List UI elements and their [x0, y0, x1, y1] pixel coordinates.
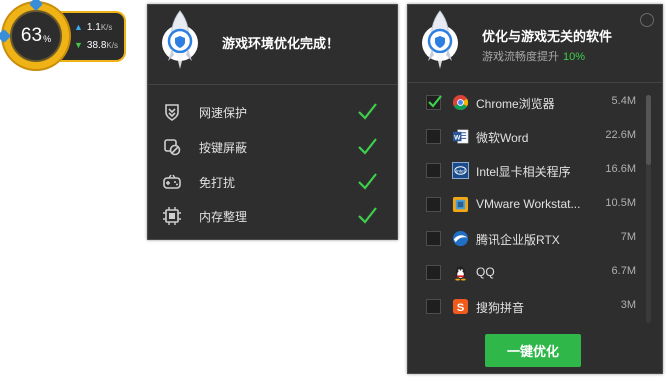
floating-ball-widget[interactable]: ▲ 1.1K/s ▼ 38.8K/s 63% [0, 0, 135, 72]
sogou-icon: S [452, 298, 469, 315]
software-name: QQ [476, 265, 495, 279]
do-not-disturb-icon [163, 174, 181, 189]
opt-label: 免打扰 [199, 176, 236, 190]
divider [148, 84, 397, 85]
check-icon [358, 103, 377, 120]
check-icon [358, 207, 377, 224]
opt-label: 内存整理 [199, 210, 248, 224]
word-icon: W [452, 129, 469, 144]
upload-speed-value: 1.1 [86, 22, 101, 33]
download-speed-unit: K/s [106, 41, 118, 50]
software-name: 微软Word [476, 131, 529, 145]
software-row[interactable]: S 搜狗拼音 3M [426, 295, 636, 319]
software-size: 10.5M [605, 197, 636, 209]
software-row[interactable]: W 微软Word 22.6M [426, 125, 636, 149]
rocket-shield-icon [162, 10, 198, 69]
software-row[interactable]: 腾讯企业版RTX 7M [426, 227, 636, 251]
svg-text:intel: intel [456, 168, 465, 174]
rtx-icon [452, 230, 469, 247]
software-row[interactable]: intel Intel显卡相关程序 16.6M [426, 159, 636, 183]
panel-subtitle: 游戏流畅度提升 10% [482, 48, 585, 64]
opt-item-memory-clean: 内存整理 [162, 204, 384, 228]
opt-item-network-protect: 网速保护 [162, 100, 384, 124]
software-name: 搜狗拼音 [476, 301, 525, 315]
checkbox[interactable] [426, 163, 441, 178]
software-size: 5.4M [611, 95, 636, 107]
svg-text:S: S [457, 302, 465, 314]
panel-title: 优化与游戏无关的软件 [482, 29, 613, 44]
vmware-icon [452, 196, 469, 213]
ball-core: 63% [10, 10, 62, 62]
intel-icon: intel [452, 162, 469, 179]
checkbox[interactable] [426, 299, 441, 314]
software-size: 3M [620, 299, 636, 311]
opt-label: 按键屏蔽 [199, 141, 248, 155]
accelerator-ball[interactable]: 63% [3, 3, 69, 69]
fluency-boost-value: 10% [563, 51, 586, 63]
software-name: VMware Workstat... [476, 197, 581, 211]
software-size: 16.6M [605, 163, 636, 175]
checkbox[interactable] [426, 129, 441, 144]
checkbox[interactable] [426, 197, 441, 212]
upload-speed-unit: K/s [100, 23, 113, 32]
scroll-thumb[interactable] [646, 95, 651, 165]
key-block-icon [164, 139, 181, 156]
download-arrow-icon: ▼ [74, 40, 83, 50]
chrome-icon [452, 94, 469, 111]
software-row[interactable]: VMware Workstat... 10.5M [426, 193, 636, 217]
download-speed-value: 38.8 [86, 40, 107, 51]
checkbox[interactable] [426, 231, 441, 246]
divider [408, 82, 662, 83]
rocket-shield-icon [422, 10, 458, 69]
check-icon [358, 138, 377, 155]
opt-label: 网速保护 [199, 106, 248, 120]
software-name: Intel显卡相关程序 [476, 165, 571, 179]
software-size: 7M [620, 231, 636, 243]
qq-icon [455, 266, 466, 281]
check-icon [428, 95, 442, 108]
unrelated-software-panel: 优化与游戏无关的软件 游戏流畅度提升 10% Chrome浏览器 5.4M W 微… [407, 4, 663, 374]
opt-item-key-block: 按键屏蔽 [162, 135, 384, 159]
close-button[interactable] [640, 13, 654, 27]
panel-title: 游戏环境优化完成！ [222, 36, 340, 51]
svg-text:W: W [454, 134, 461, 141]
checkbox-checked[interactable] [426, 95, 442, 110]
software-row[interactable]: QQ 6.7M [426, 261, 636, 285]
software-name: Chrome浏览器 [476, 97, 555, 111]
check-icon [358, 173, 377, 190]
software-size: 6.7M [611, 265, 636, 277]
shield-speed-icon [165, 104, 179, 121]
upload-arrow-icon: ▲ [74, 22, 83, 32]
scrollbar[interactable] [646, 95, 651, 323]
opt-item-do-not-disturb: 免打扰 [162, 170, 384, 194]
optimization-complete-panel: 游戏环境优化完成！ 网速保护 按键屏蔽 免打扰 内存整理 [147, 4, 398, 240]
upload-speed: ▲ 1.1K/s [74, 22, 112, 33]
software-size: 22.6M [605, 129, 636, 141]
network-speed-bar: ▲ 1.1K/s ▼ 38.8K/s [60, 11, 126, 62]
ball-percent-value: 63 [20, 25, 43, 46]
ball-percent-unit: % [43, 34, 52, 44]
subtitle-text: 游戏流畅度提升 [482, 51, 559, 63]
memory-icon [163, 207, 181, 225]
download-speed: ▼ 38.8K/s [74, 40, 118, 51]
one-click-optimize-button[interactable]: 一键优化 [485, 334, 581, 367]
checkbox[interactable] [426, 265, 441, 280]
software-row[interactable]: Chrome浏览器 5.4M [426, 91, 636, 115]
software-name: 腾讯企业版RTX [476, 233, 560, 247]
